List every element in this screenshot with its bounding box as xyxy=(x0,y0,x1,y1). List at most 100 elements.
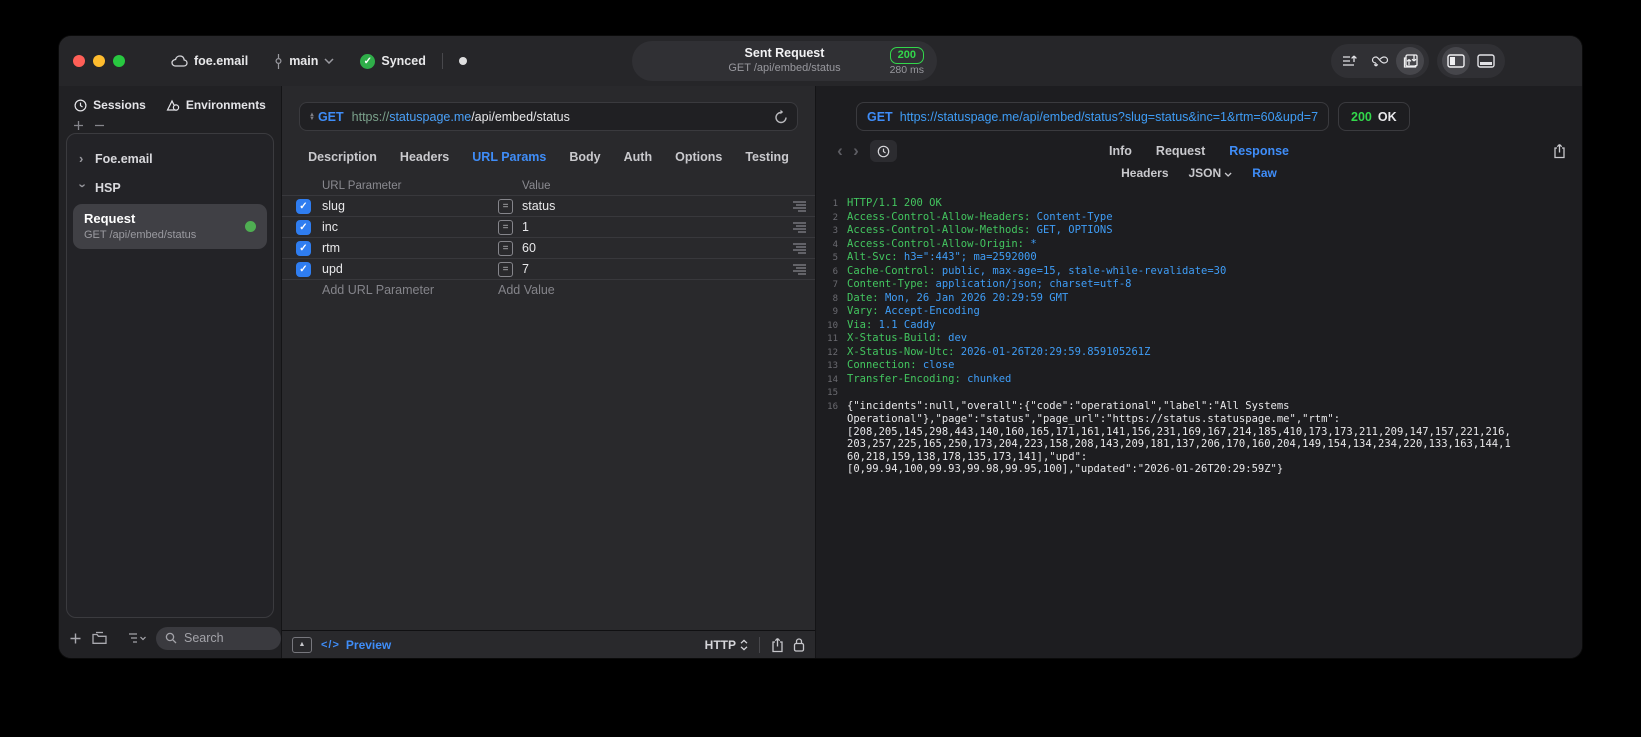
close-window-button[interactable] xyxy=(73,55,85,67)
project-name[interactable]: foe.email xyxy=(194,54,248,68)
history-clock-button[interactable] xyxy=(870,140,897,162)
response-subtab-json[interactable]: JSON xyxy=(1189,166,1233,180)
request-item-subtitle: GET /api/embed/status xyxy=(84,228,197,241)
line-number xyxy=(821,413,838,426)
sent-request-pill[interactable]: Sent Request GET /api/embed/status 200 2… xyxy=(632,41,937,81)
request-editor-footer: ▲ </> Preview HTTP xyxy=(282,630,815,658)
row-options-icon[interactable] xyxy=(792,221,807,234)
row-options-icon[interactable] xyxy=(792,200,807,213)
param-name[interactable]: inc xyxy=(322,220,498,234)
request-url-bar[interactable]: ▲ ▼ GET https://statuspage.me/api/embed/s… xyxy=(299,102,798,131)
response-line: 4 Access-Control-Allow-Origin: * xyxy=(821,238,1582,252)
line-number: 15 xyxy=(827,388,838,398)
editor-tab-headers[interactable]: Headers xyxy=(400,150,449,164)
url-host: statuspage.me xyxy=(389,109,472,124)
resend-request-icon[interactable] xyxy=(774,109,788,124)
toggle-bottom-panel-button[interactable] xyxy=(1472,47,1500,75)
response-method: GET xyxy=(867,109,893,124)
row-options-icon[interactable] xyxy=(792,242,807,255)
response-body[interactable]: 1 HTTP/1.1 200 OK 2 Access-Control-Allow-He… xyxy=(816,197,1582,658)
response-tab-info[interactable]: Info xyxy=(1109,144,1132,158)
param-checkbox[interactable]: ✓ xyxy=(296,198,311,214)
editor-tab-testing[interactable]: Testing xyxy=(745,150,789,164)
add-session-icon[interactable] xyxy=(73,120,84,131)
new-request-button[interactable] xyxy=(69,632,82,645)
line-number: 2 xyxy=(832,212,838,223)
chevron-collapsed-icon[interactable]: › xyxy=(79,151,88,166)
unsaved-indicator-dot xyxy=(458,57,467,65)
toolbar-group-requests xyxy=(1331,44,1429,78)
chevron-down-icon[interactable] xyxy=(324,58,334,64)
collapse-panel-button[interactable]: ▲ xyxy=(292,636,312,653)
editor-tab-body[interactable]: Body xyxy=(569,150,600,164)
preview-label: Preview xyxy=(345,637,392,652)
search-input[interactable] xyxy=(182,630,272,646)
equals-icon: = xyxy=(498,261,513,277)
param-checkbox[interactable]: ✓ xyxy=(296,240,311,256)
divider xyxy=(759,636,760,653)
share-request-icon[interactable] xyxy=(771,637,784,653)
add-param-row[interactable]: Add URL Parameter Add Value xyxy=(282,279,815,300)
editor-tab-url-params[interactable]: URL Params xyxy=(472,150,546,164)
line-number xyxy=(821,463,838,476)
toolbar-group-panels xyxy=(1437,44,1505,78)
tree-item-hsp[interactable]: › HSP xyxy=(67,173,273,202)
chevron-expanded-icon[interactable]: › xyxy=(76,183,91,192)
param-value[interactable]: 60 xyxy=(522,241,773,255)
response-tab-request[interactable]: Request xyxy=(1156,144,1205,158)
lock-icon[interactable] xyxy=(793,637,805,652)
response-tab-response[interactable]: Response xyxy=(1229,144,1289,158)
param-value[interactable]: status xyxy=(522,199,773,213)
param-name[interactable]: upd xyxy=(322,262,498,276)
sync-loop-button[interactable] xyxy=(1366,47,1394,75)
history-back-icon[interactable]: ‹ xyxy=(832,141,848,161)
sort-filter-button[interactable] xyxy=(128,632,147,644)
requests-tree-panel: › Foe.email › HSP Request GET /api/embed/st… xyxy=(66,133,274,618)
line-number: 9 xyxy=(832,307,838,317)
row-options-icon[interactable] xyxy=(792,263,807,276)
line-number: 5 xyxy=(832,253,838,263)
toggle-left-sidebar-button[interactable] xyxy=(1442,47,1470,75)
new-folder-button[interactable] xyxy=(91,631,108,645)
response-subtab-headers[interactable]: Headers xyxy=(1121,166,1168,180)
editor-tab-auth[interactable]: Auth xyxy=(624,150,652,164)
add-value-placeholder[interactable]: Add Value xyxy=(498,283,773,297)
line-number: 8 xyxy=(832,293,838,304)
minimize-window-button[interactable] xyxy=(93,55,105,67)
param-row-slug: ✓ slug = status xyxy=(282,195,815,216)
tab-sessions-label: Sessions xyxy=(93,98,146,112)
tab-environments[interactable]: Environments xyxy=(166,98,266,112)
editor-tab-description[interactable]: Description xyxy=(308,150,377,164)
editor-tab-options[interactable]: Options xyxy=(675,150,722,164)
param-checkbox[interactable]: ✓ xyxy=(296,219,311,235)
response-subtab-raw[interactable]: Raw xyxy=(1252,166,1277,180)
code-icon: </> xyxy=(321,638,340,651)
preview-button[interactable]: </> Preview xyxy=(321,638,391,652)
tab-sessions[interactable]: Sessions xyxy=(74,98,146,112)
param-checkbox[interactable]: ✓ xyxy=(296,261,311,277)
request-editor-panel: ▲ ▼ GET https://statuspage.me/api/embed/s… xyxy=(282,86,816,658)
zoom-window-button[interactable] xyxy=(113,55,125,67)
param-value[interactable]: 1 xyxy=(522,220,773,234)
send-receive-button[interactable] xyxy=(1396,47,1424,75)
remove-session-icon[interactable] xyxy=(94,120,105,131)
response-line: 15 xyxy=(821,386,1582,400)
add-url-parameter-placeholder[interactable]: Add URL Parameter xyxy=(322,283,498,297)
response-line: 6 Cache-Control: public, max-age=15, stal… xyxy=(821,265,1582,279)
param-value[interactable]: 7 xyxy=(522,262,773,276)
url-params-table: URL Parameter Value ✓ slug = status ✓ inc = 1 ✓ r… xyxy=(282,177,815,300)
history-forward-icon[interactable]: › xyxy=(848,141,864,161)
param-name[interactable]: rtm xyxy=(322,241,498,255)
request-item-selected[interactable]: Request GET /api/embed/status xyxy=(73,204,267,250)
tree-item-foe-email[interactable]: › Foe.email xyxy=(67,144,273,173)
equals-icon: = xyxy=(498,219,513,235)
param-name[interactable]: slug xyxy=(322,199,498,213)
import-export-button[interactable] xyxy=(1336,47,1364,75)
branch-name[interactable]: main xyxy=(289,54,318,68)
sidebar-search[interactable] xyxy=(156,626,281,650)
response-url-bar[interactable]: GET https://statuspage.me/api/embed/stat… xyxy=(856,102,1330,131)
method-selector[interactable]: ▲ ▼ GET xyxy=(309,110,344,124)
line-number: 4 xyxy=(832,239,838,250)
protocol-selector[interactable]: HTTP xyxy=(705,638,748,652)
export-response-icon[interactable] xyxy=(1553,143,1566,159)
